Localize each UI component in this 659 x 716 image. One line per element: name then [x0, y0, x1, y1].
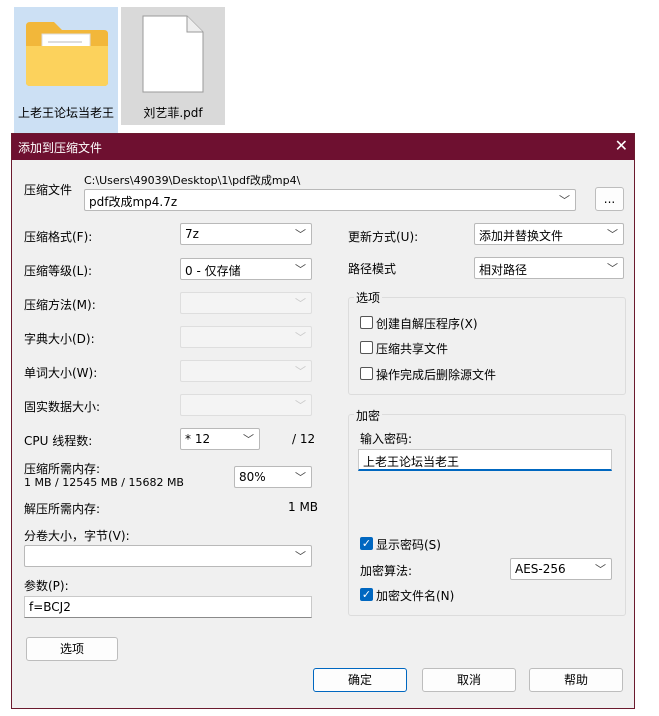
- memory-label: 压缩所需内存:: [24, 462, 101, 476]
- encryption-method-label: 加密算法:: [360, 564, 413, 578]
- level-select[interactable]: 0 - 仅存储 ﹀: [180, 258, 312, 280]
- chevron-down-icon: ﹀: [607, 262, 618, 275]
- desktop-item-pdf-label: 刘艺菲.pdf: [143, 106, 203, 120]
- sfx-label: 创建自解压程序(X): [376, 317, 478, 331]
- format-select[interactable]: 7z ﹀: [180, 223, 312, 245]
- chevron-down-icon: ﹀: [295, 550, 306, 563]
- browse-button[interactable]: ...: [595, 187, 624, 211]
- split-size-label: 分卷大小，字节(V):: [24, 529, 130, 543]
- split-size-combo[interactable]: ﹀: [24, 545, 312, 567]
- word-size-select: ﹀: [180, 360, 312, 382]
- update-mode-value: 添加并替换文件: [479, 229, 564, 243]
- cpu-threads-value: * 12: [185, 432, 211, 446]
- archive-filename-combo[interactable]: pdf改成mp4.7z ﹀: [84, 189, 576, 211]
- format-label: 压缩格式(F):: [24, 230, 93, 244]
- chevron-down-icon: ﹀: [295, 263, 306, 276]
- chevron-down-icon: ﹀: [295, 365, 306, 378]
- close-icon[interactable]: ✕: [615, 136, 628, 155]
- folder-icon: [24, 20, 110, 88]
- encryption-group-label: 加密: [354, 407, 383, 424]
- delete-source-checkbox[interactable]: [360, 367, 373, 380]
- memory-percent-select[interactable]: 80% ﹀: [234, 466, 312, 488]
- dialog-title: 添加到压缩文件: [18, 141, 103, 155]
- add-to-archive-dialog: 添加到压缩文件 ✕ 压缩文件 C:\Users\49039\Desktop\1\…: [11, 133, 635, 709]
- decompress-memory-value: 1 MB: [288, 500, 319, 514]
- dict-size-label: 字典大小(D):: [24, 332, 95, 346]
- password-value: 上老王论坛当老王: [363, 455, 460, 469]
- format-value: 7z: [185, 227, 199, 241]
- shared-files-checkbox[interactable]: [360, 341, 373, 354]
- level-label: 压缩等级(L):: [24, 264, 93, 278]
- params-input[interactable]: f=BCJ2: [24, 596, 312, 618]
- cpu-threads-label: CPU 线程数:: [24, 434, 93, 448]
- chevron-down-icon: ﹀: [295, 399, 306, 412]
- path-mode-value: 相对路径: [479, 263, 528, 277]
- desktop-item-folder-label: 上老王论坛当老王: [18, 106, 115, 120]
- show-password-label: 显示密码(S): [376, 538, 441, 552]
- chevron-down-icon: ﹀: [295, 331, 306, 344]
- decompress-memory-label: 解压所需内存:: [24, 502, 101, 516]
- level-value: 0 - 仅存储: [185, 264, 241, 278]
- encrypt-names-checkbox[interactable]: ✓: [360, 588, 373, 601]
- chevron-down-icon: ﹀: [295, 471, 306, 484]
- chevron-down-icon: ﹀: [243, 433, 254, 446]
- sfx-checkbox[interactable]: [360, 316, 373, 329]
- chevron-down-icon: ﹀: [595, 563, 606, 576]
- path-mode-select[interactable]: 相对路径 ﹀: [474, 257, 624, 279]
- word-size-label: 单词大小(W):: [24, 366, 98, 380]
- dict-size-select: ﹀: [180, 326, 312, 348]
- update-mode-label: 更新方式(U):: [348, 230, 419, 244]
- chevron-down-icon: ﹀: [559, 194, 570, 207]
- options-group-label: 选项: [354, 289, 383, 306]
- archive-filename: pdf改成mp4.7z: [89, 195, 178, 209]
- update-mode-select[interactable]: 添加并替换文件 ﹀: [474, 223, 624, 245]
- cpu-threads-select[interactable]: * 12 ﹀: [180, 428, 260, 450]
- chevron-down-icon: ﹀: [295, 297, 306, 310]
- password-input[interactable]: 上老王论坛当老王: [358, 449, 612, 471]
- shared-files-label: 压缩共享文件: [376, 342, 449, 356]
- chevron-down-icon: ﹀: [607, 228, 618, 241]
- cancel-button[interactable]: 取消: [422, 668, 516, 692]
- params-value: f=BCJ2: [29, 600, 71, 614]
- dialog-titlebar: 添加到压缩文件 ✕: [12, 134, 634, 160]
- encrypt-names-label: 加密文件名(N): [376, 589, 455, 603]
- archive-label: 压缩文件: [24, 183, 73, 197]
- memory-values: 1 MB / 12545 MB / 15682 MB: [24, 476, 184, 489]
- options-button[interactable]: 选项: [26, 637, 118, 661]
- method-label: 压缩方法(M):: [24, 298, 96, 312]
- path-mode-label: 路径模式: [348, 262, 397, 276]
- method-select: ﹀: [180, 292, 312, 314]
- cpu-threads-total: / 12: [292, 432, 316, 446]
- encryption-method-value: AES-256: [515, 562, 566, 576]
- show-password-checkbox[interactable]: ✓: [360, 537, 373, 550]
- archive-path: C:\Users\49039\Desktop\1\pdf改成mp4\: [84, 174, 301, 187]
- ok-button[interactable]: 确定: [313, 668, 407, 692]
- memory-percent-value: 80%: [239, 470, 266, 484]
- solid-size-select: ﹀: [180, 394, 312, 416]
- solid-size-label: 固实数据大小:: [24, 400, 101, 414]
- params-label: 参数(P):: [24, 579, 69, 593]
- chevron-down-icon: ﹀: [295, 228, 306, 241]
- password-label: 输入密码:: [360, 432, 413, 446]
- encryption-method-select[interactable]: AES-256 ﹀: [510, 558, 612, 580]
- pdf-file-icon: [141, 14, 205, 94]
- delete-source-label: 操作完成后删除源文件: [376, 368, 497, 382]
- help-button[interactable]: 帮助: [529, 668, 623, 692]
